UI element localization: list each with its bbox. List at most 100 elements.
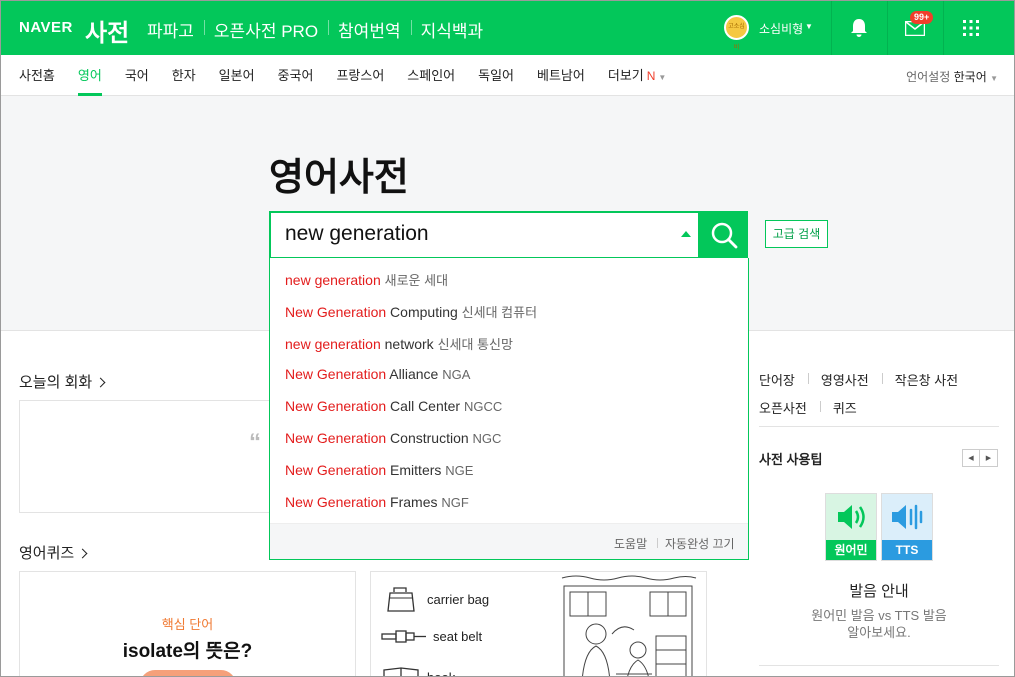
chevron-left-icon: ◀ <box>968 455 974 462</box>
tip-subtitle: 발음 안내 <box>849 583 909 600</box>
search-box[interactable]: new generation <box>269 211 700 259</box>
rest-text: network <box>380 336 434 352</box>
top-nav-papago[interactable]: 파파고 <box>137 15 204 44</box>
link-open-dictionary[interactable]: 오픈사전 <box>759 398 820 417</box>
tab-hanja[interactable]: 한자 <box>172 55 196 96</box>
native-pronunciation-tile[interactable]: 원어민 <box>825 493 877 561</box>
language-setting[interactable]: 언어설정 한국어 ▼ <box>906 68 998 85</box>
meaning-text: NGE <box>445 463 474 478</box>
chevron-right-icon <box>77 548 88 559</box>
autocomplete-item[interactable]: New Generation Computing 신세대 컴퓨터 <box>285 302 537 321</box>
autocomplete-off-link[interactable]: 자동완성 끄기 <box>665 535 735 552</box>
dictionary-logo[interactable]: 사전 <box>85 13 129 48</box>
top-nav-encyclopedia[interactable]: 지식백과 <box>410 15 494 44</box>
meaning-text: NGC <box>472 431 502 446</box>
match-text: New Generation <box>285 304 387 320</box>
language-caret-icon: ▼ <box>990 74 998 83</box>
new-mark: N <box>646 69 656 83</box>
link-quiz[interactable]: 퀴즈 <box>819 398 870 417</box>
room-illustration <box>561 575 697 676</box>
search-icon <box>711 222 737 249</box>
seat-belt-icon <box>381 630 426 643</box>
tab-chinese[interactable]: 중국어 <box>278 55 314 96</box>
link-mini-dictionary[interactable]: 작은창 사전 <box>881 370 971 389</box>
picture-dictionary-card[interactable]: carrier bag seat belt book <box>370 571 707 677</box>
quiz-start-button[interactable] <box>140 670 236 676</box>
help-link[interactable]: 도움말 <box>614 535 647 552</box>
next-tip-button[interactable]: ▶ <box>980 449 998 467</box>
tab-german[interactable]: 독일어 <box>478 55 514 96</box>
tts-pronunciation-tile[interactable]: TTS <box>881 493 933 561</box>
autocomplete-toggle-icon[interactable] <box>681 231 691 237</box>
autocomplete-item[interactable]: New Generation Emitters NGE <box>285 462 473 478</box>
divider <box>759 665 999 666</box>
quiz-label: 영어퀴즈 <box>19 545 75 562</box>
quiz-card[interactable]: 핵심 단어 isolate의 뜻은? <box>19 571 356 676</box>
link-english-english[interactable]: 영영사전 <box>807 370 882 389</box>
divider <box>657 538 658 548</box>
rest-text: Alliance <box>386 366 439 382</box>
autocomplete-item[interactable]: New Generation Frames NGF <box>285 494 469 510</box>
match-text: new generation <box>285 336 381 352</box>
advanced-search-button[interactable]: 고급 검색 <box>765 220 828 248</box>
tab-spanish[interactable]: 스페인어 <box>407 55 455 96</box>
quiz-heading[interactable]: 영어퀴즈 <box>19 542 88 563</box>
username-caret-icon[interactable]: ▼ <box>805 22 813 31</box>
autocomplete-item[interactable]: new generation 새로운 세대 <box>285 270 448 289</box>
picture-word-label: book <box>427 669 456 677</box>
rest-text: Computing <box>386 304 458 320</box>
meaning-text: NGF <box>441 495 469 510</box>
tab-dict-home[interactable]: 사전홈 <box>19 55 55 96</box>
carrier-bag-icon <box>387 587 415 612</box>
autocomplete-item[interactable]: New Generation Construction NGC <box>285 430 501 446</box>
picture-word-item[interactable]: carrier bag <box>381 586 489 612</box>
sound-wave-icon <box>892 504 923 530</box>
tips-heading: 사전 사용팁 <box>759 452 823 467</box>
tab-more[interactable]: 더보기 N ▼ <box>608 55 666 96</box>
tip-description-line: 원어민 발음 vs TTS 발음 <box>811 608 947 623</box>
meaning-text: 신세대 통신망 <box>437 337 513 352</box>
notification-button[interactable] <box>831 1 886 55</box>
tab-korean[interactable]: 국어 <box>125 55 149 96</box>
divider <box>759 426 999 427</box>
search-input[interactable]: new generation <box>285 222 665 246</box>
meaning-text: NGA <box>442 367 471 382</box>
quiz-question: isolate의 뜻은? <box>122 641 253 662</box>
naver-logo[interactable]: NAVER <box>19 19 73 36</box>
mail-badge: 99+ <box>910 11 934 24</box>
autocomplete-item[interactable]: new generation network 신세대 통신망 <box>285 334 513 353</box>
username[interactable]: 소심비형 <box>759 20 803 37</box>
tab-japanese[interactable]: 일본어 <box>219 55 255 96</box>
match-text: New Generation <box>285 494 387 510</box>
rest-text: Call Center <box>386 398 461 414</box>
top-nav-open-dict-pro[interactable]: 오픈사전 PRO <box>203 15 328 44</box>
bell-icon <box>851 19 867 37</box>
picture-word-item[interactable]: book <box>381 664 456 677</box>
prev-tip-button[interactable]: ◀ <box>962 449 980 467</box>
rest-text: Emitters <box>386 462 442 478</box>
autocomplete-item[interactable]: New Generation Alliance NGA <box>285 366 470 382</box>
book-icon <box>383 667 419 676</box>
tab-french[interactable]: 프랑스어 <box>336 55 384 96</box>
match-text: new generation <box>285 272 381 288</box>
tip-description: 원어민 발음 vs TTS 발음 알아보세요. <box>759 607 999 641</box>
autocomplete-item[interactable]: New Generation Call Center NGCC <box>285 398 502 414</box>
tts-label: TTS <box>882 540 932 560</box>
tab-english[interactable]: 영어 <box>77 55 102 96</box>
mail-button[interactable] <box>887 1 942 55</box>
link-wordbook[interactable]: 단어장 <box>759 370 808 389</box>
search-button[interactable] <box>699 211 748 259</box>
today-conversation-heading[interactable]: 오늘의 회화 <box>19 371 106 392</box>
match-text: New Generation <box>285 366 387 382</box>
autocomplete-dropdown: new generation 새로운 세대 New Generation Com… <box>269 258 749 560</box>
rest-text: Construction <box>386 430 469 446</box>
top-nav: 파파고 오픈사전 PRO 참여번역 지식백과 <box>137 15 493 44</box>
avatar[interactable]: 고소심비 <box>724 15 749 51</box>
tab-vietnamese[interactable]: 베트남어 <box>537 55 585 96</box>
native-label: 원어민 <box>826 540 876 560</box>
apps-button[interactable] <box>943 1 998 55</box>
top-nav-translation[interactable]: 참여번역 <box>328 15 411 44</box>
today-conversation-label: 오늘의 회화 <box>19 374 93 391</box>
meaning-text: 신세대 컴퓨터 <box>461 305 538 320</box>
picture-word-item[interactable]: seat belt <box>381 626 482 646</box>
